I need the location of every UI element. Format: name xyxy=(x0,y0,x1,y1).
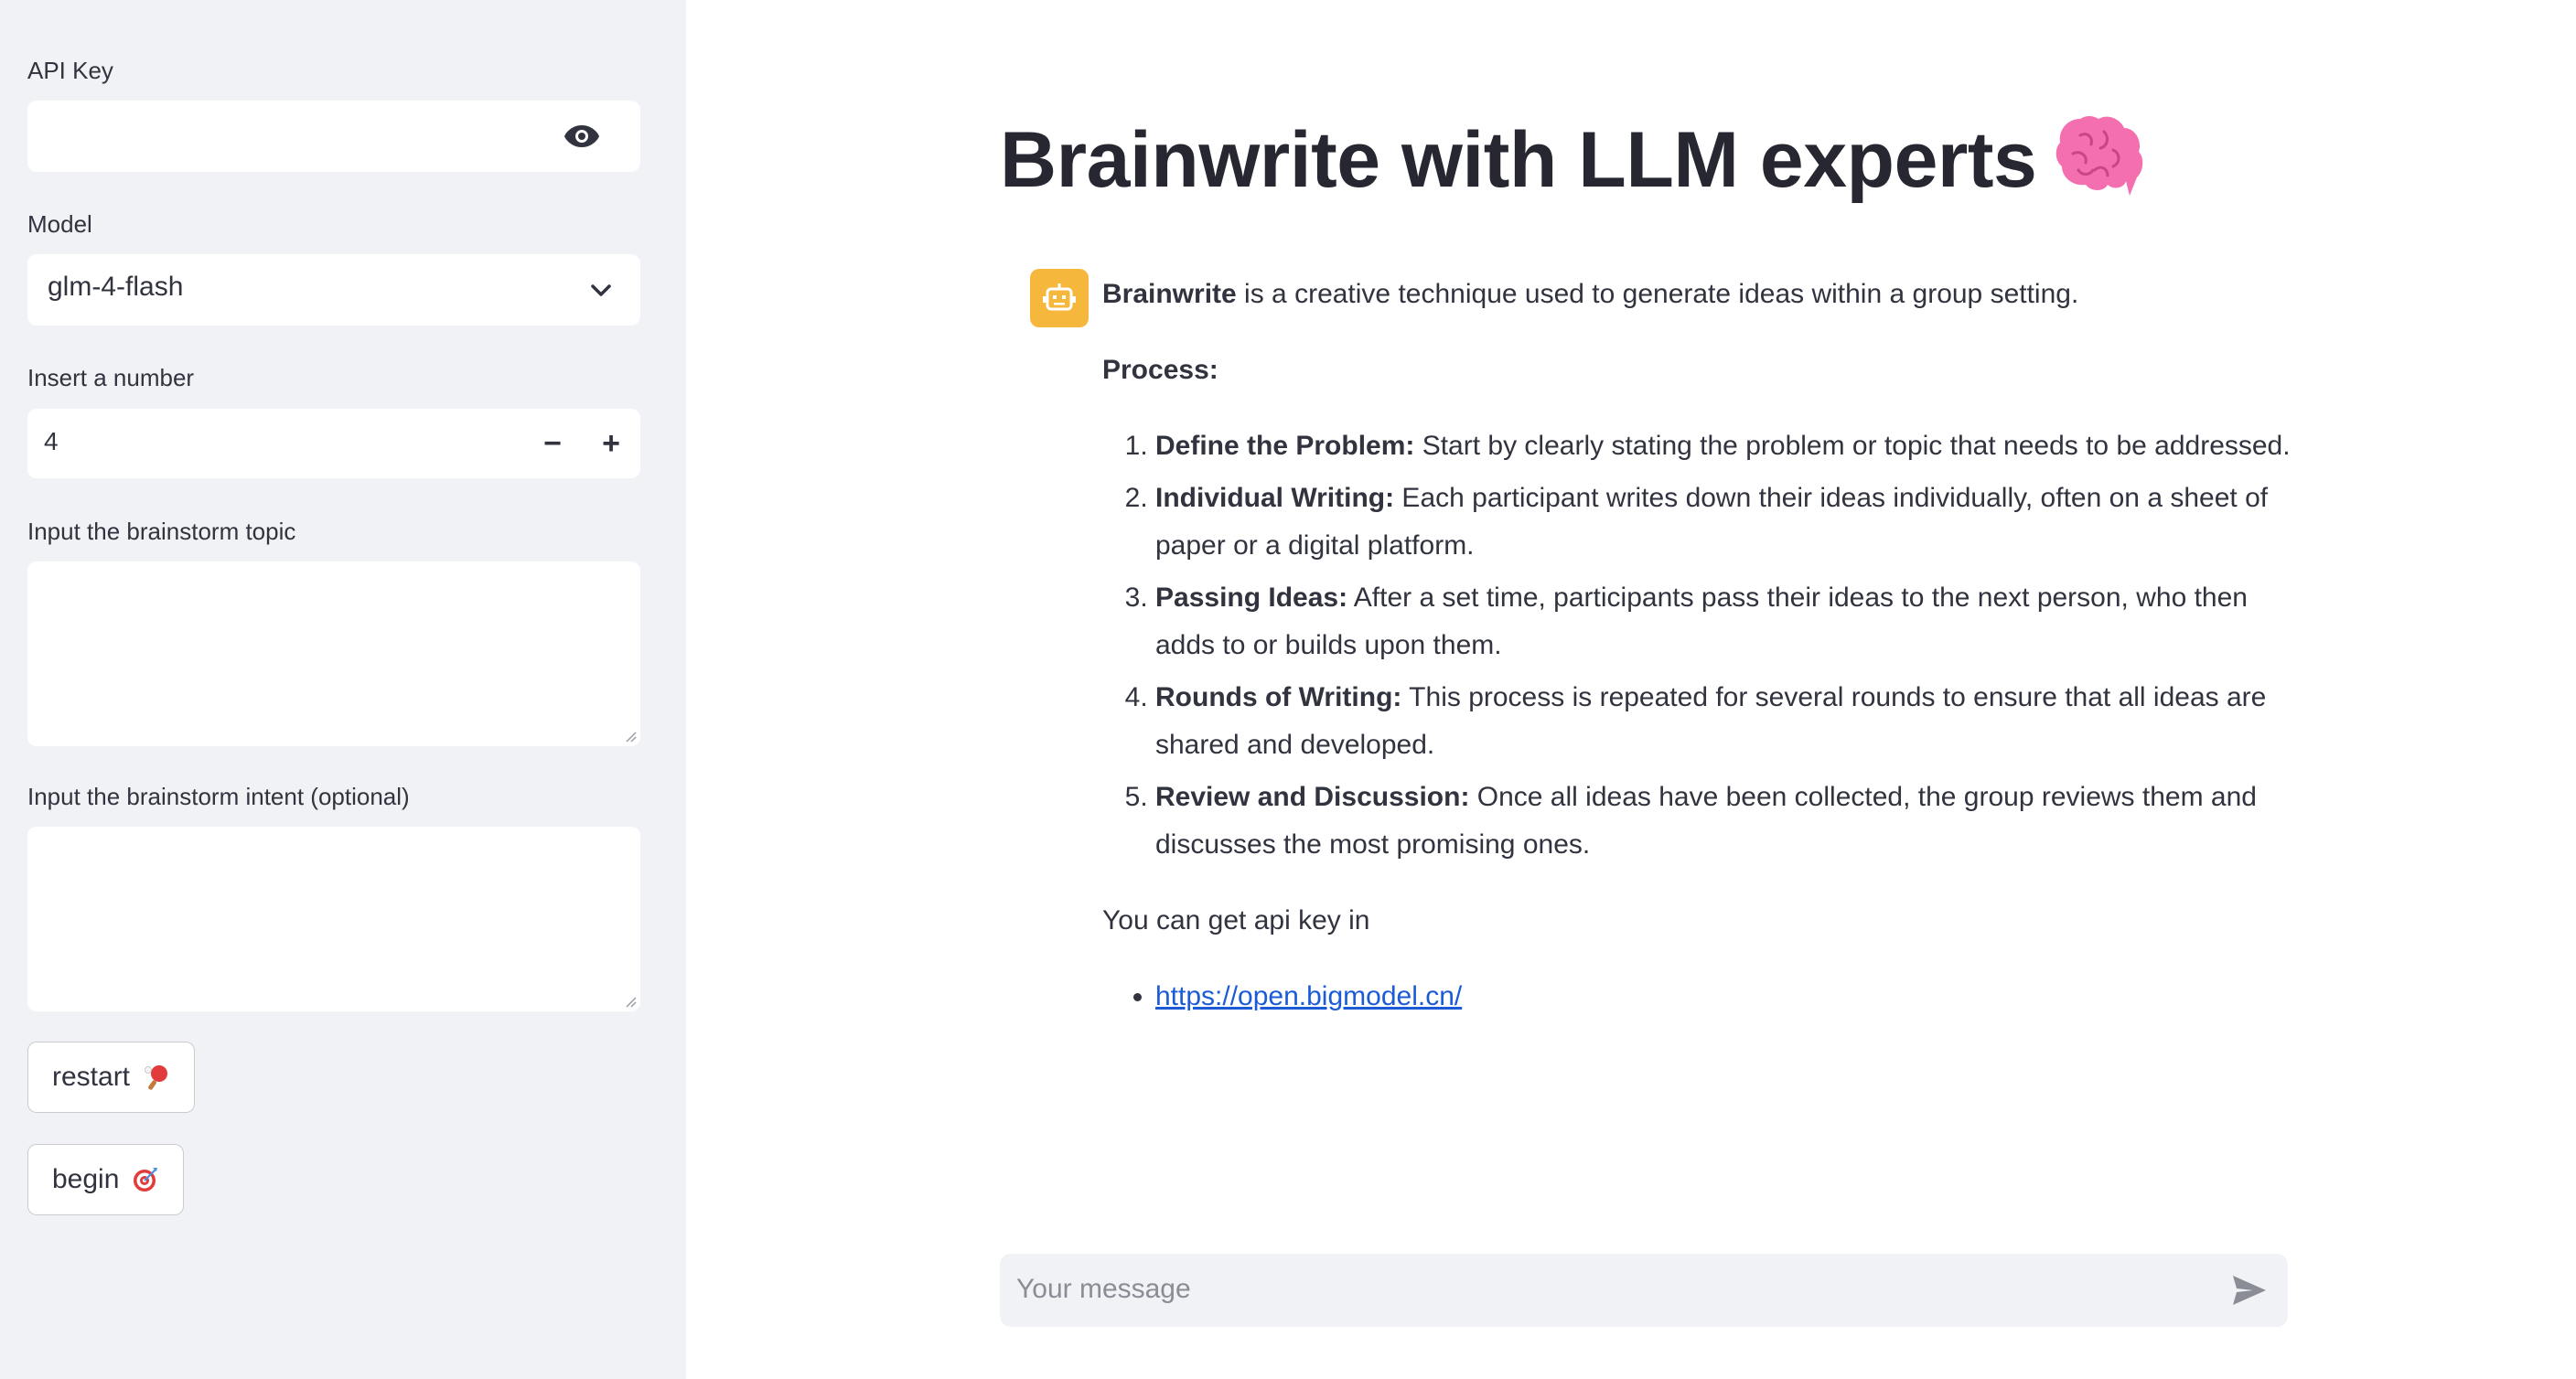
chevron-down-icon xyxy=(591,284,611,296)
restart-button-label: restart xyxy=(52,1062,131,1092)
page-title: Brainwrite with LLM experts xyxy=(1000,110,2146,206)
model-select[interactable]: glm-4-flash xyxy=(27,254,640,326)
resize-handle-icon[interactable] xyxy=(624,730,637,743)
sidebar: API Key Model glm-4-flash Insert a numbe… xyxy=(0,0,686,1379)
step-title: Individual Writing: xyxy=(1155,483,1395,513)
assistant-message: Brainwrite is a creative technique used … xyxy=(1102,271,2292,1021)
increment-button[interactable]: + xyxy=(582,409,640,478)
api-key-label: API Key xyxy=(27,57,113,84)
list-item: Individual Writing: Each participant wri… xyxy=(1155,475,2292,570)
model-select-value: glm-4-flash xyxy=(48,272,184,302)
model-label: Model xyxy=(27,210,92,238)
step-title: Define the Problem: xyxy=(1155,431,1415,461)
list-item: https://open.bigmodel.cn/ xyxy=(1155,973,2292,1021)
step-title: Rounds of Writing: xyxy=(1155,682,1402,712)
number-label: Insert a number xyxy=(27,364,195,391)
restart-button[interactable]: restart xyxy=(27,1042,196,1113)
intent-textarea[interactable] xyxy=(27,827,640,1011)
step-text: Start by clearly stating the problem or … xyxy=(1414,431,2291,461)
resize-handle-icon[interactable] xyxy=(624,995,637,1008)
chat-input-placeholder[interactable]: Your message xyxy=(1016,1274,1191,1305)
chat-input[interactable]: Your message xyxy=(1000,1254,2288,1327)
api-note: You can get api key in xyxy=(1102,905,1370,935)
intent-label: Input the brainstorm intent (optional) xyxy=(27,783,410,810)
list-item: Define the Problem: Start by clearly sta… xyxy=(1155,422,2292,470)
list-item: Rounds of Writing: This process is repea… xyxy=(1155,674,2292,769)
bigmodel-link[interactable]: https://open.bigmodel.cn/ xyxy=(1155,981,1462,1011)
step-title: Passing Ideas: xyxy=(1155,583,1348,613)
step-title: Review and Discussion: xyxy=(1155,782,1470,812)
intro-paragraph: Brainwrite is a creative technique used … xyxy=(1102,271,2292,318)
brain-icon xyxy=(2056,116,2143,196)
intro-text: is a creative technique used to generate… xyxy=(1236,279,2079,309)
begin-button[interactable]: begin xyxy=(27,1144,185,1215)
list-item: Review and Discussion: Once all ideas ha… xyxy=(1155,774,2292,869)
intro-bold: Brainwrite xyxy=(1102,279,1237,309)
direct-hit-icon xyxy=(134,1168,158,1192)
number-value[interactable]: 4 xyxy=(44,427,59,456)
api-key-input[interactable] xyxy=(27,101,640,172)
ping-pong-icon xyxy=(145,1065,168,1090)
links-list: https://open.bigmodel.cn/ xyxy=(1102,973,2292,1021)
eye-icon[interactable] xyxy=(564,124,600,148)
topic-label: Input the brainstorm topic xyxy=(27,518,296,545)
process-heading: Process: xyxy=(1102,355,1218,385)
decrement-button[interactable]: − xyxy=(523,409,582,478)
page-title-text: Brainwrite with LLM experts xyxy=(1000,116,2037,204)
number-input[interactable]: 4 − + xyxy=(27,409,640,478)
begin-button-label: begin xyxy=(52,1164,120,1194)
process-steps-list: Define the Problem: Start by clearly sta… xyxy=(1102,422,2292,869)
send-icon[interactable] xyxy=(2231,1274,2268,1307)
list-item: Passing Ideas: After a set time, partici… xyxy=(1155,574,2292,669)
assistant-avatar xyxy=(1030,269,1089,327)
topic-textarea[interactable] xyxy=(27,561,640,746)
robot-icon xyxy=(1043,283,1076,311)
